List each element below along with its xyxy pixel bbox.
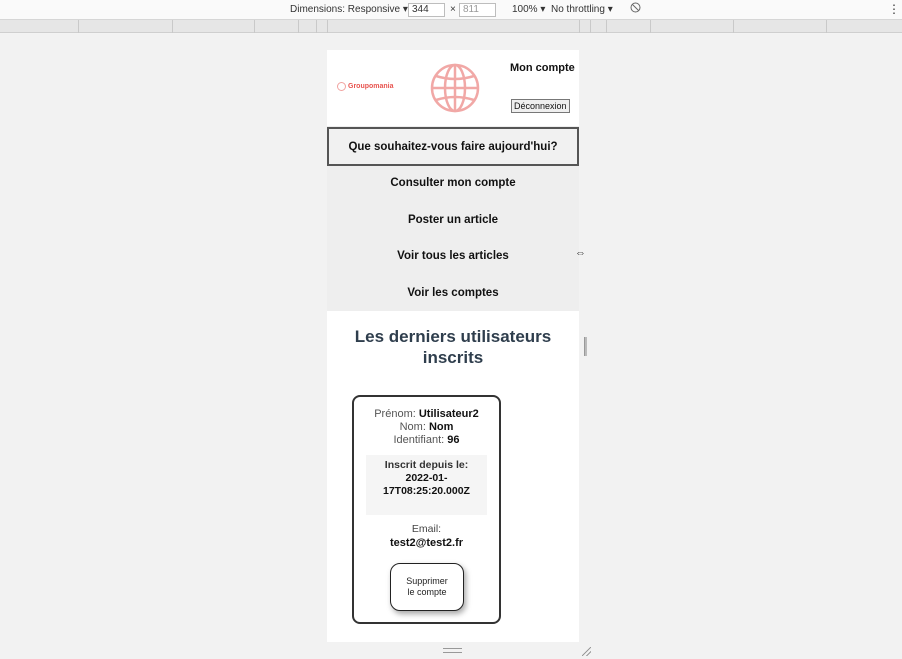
id-row: Identifiant: 96 <box>354 434 499 446</box>
page-title-line1: Les derniers utilisateurs <box>354 327 552 346</box>
media-query-ruler[interactable] <box>0 20 902 33</box>
devtools-toolbar: Dimensions: Responsive ▾ 344 × 811 100% … <box>0 0 902 20</box>
site-header: Groupomania Mon compte Déconnexion <box>327 50 579 126</box>
lastname-label: Nom: <box>399 421 426 433</box>
throttling-select[interactable]: No throttling ▾ <box>551 4 613 15</box>
page-title: Les derniers utilisateurs inscrits <box>327 326 579 368</box>
device-viewport: Groupomania Mon compte Déconnexion Que s… <box>327 50 579 642</box>
nav-item-account[interactable]: Consulter mon compte <box>327 177 579 189</box>
signup-date-line2: 17T08:25:20.000Z <box>383 485 470 497</box>
globe-icon <box>430 63 480 113</box>
user-card: Prénom: Utilisateur2 Nom: Nom Identifian… <box>352 395 501 624</box>
email-value: test2@test2.fr <box>389 537 464 549</box>
delete-label-line1: Supprimer <box>406 576 448 586</box>
firstname-value: Utilisateur2 <box>418 408 479 420</box>
delete-account-button[interactable]: Supprimer le compte <box>390 563 464 611</box>
id-label: Identifiant: <box>393 434 445 446</box>
signup-date-label: Inscrit depuis le: <box>384 459 469 471</box>
width-input[interactable]: 344 <box>408 3 445 17</box>
brand-name: Groupomania <box>348 83 394 90</box>
logo-icon <box>337 82 346 91</box>
more-options-icon[interactable]: ⋮ <box>888 2 900 16</box>
email-label: Email: <box>411 523 442 535</box>
nav-item-post-article[interactable]: Poster un article <box>327 214 579 226</box>
logout-button[interactable]: Déconnexion <box>511 99 570 113</box>
page-title-line2: inscrits <box>422 348 484 367</box>
firstname-label: Prénom: <box>374 408 416 420</box>
resize-grip-icon[interactable] <box>582 647 591 656</box>
lastname-value: Nom <box>428 421 454 433</box>
height-input[interactable]: 811 <box>459 3 496 17</box>
lastname-row: Nom: Nom <box>354 421 499 433</box>
viewport-resize-handle-bottom[interactable] <box>443 648 462 653</box>
brand-logo[interactable]: Groupomania <box>337 82 394 91</box>
resize-arrows-icon[interactable]: ⇔ <box>575 247 586 259</box>
zoom-select[interactable]: 100% ▾ <box>512 4 545 15</box>
id-value: 96 <box>447 434 460 446</box>
nav-item-all-articles[interactable]: Voir tous les articles <box>327 250 579 262</box>
firstname-row: Prénom: Utilisateur2 <box>354 408 499 420</box>
dimensions-select[interactable]: Dimensions: Responsive ▾ <box>290 4 408 15</box>
rotate-icon[interactable] <box>630 2 641 16</box>
account-link[interactable]: Mon compte <box>510 62 575 74</box>
viewport-resize-handle-right[interactable] <box>584 337 587 356</box>
signup-date-line1: 2022-01- <box>405 472 448 484</box>
nav-question: Que souhaitez-vous faire aujourd'hui? <box>327 127 579 166</box>
nav-item-accounts[interactable]: Voir les comptes <box>327 287 579 299</box>
times-sign: × <box>450 4 456 15</box>
main-nav: Que souhaitez-vous faire aujourd'hui? Co… <box>327 126 579 311</box>
delete-label-line2: le compte <box>407 587 447 597</box>
signup-date-block: Inscrit depuis le: 2022-01- 17T08:25:20.… <box>366 455 487 515</box>
